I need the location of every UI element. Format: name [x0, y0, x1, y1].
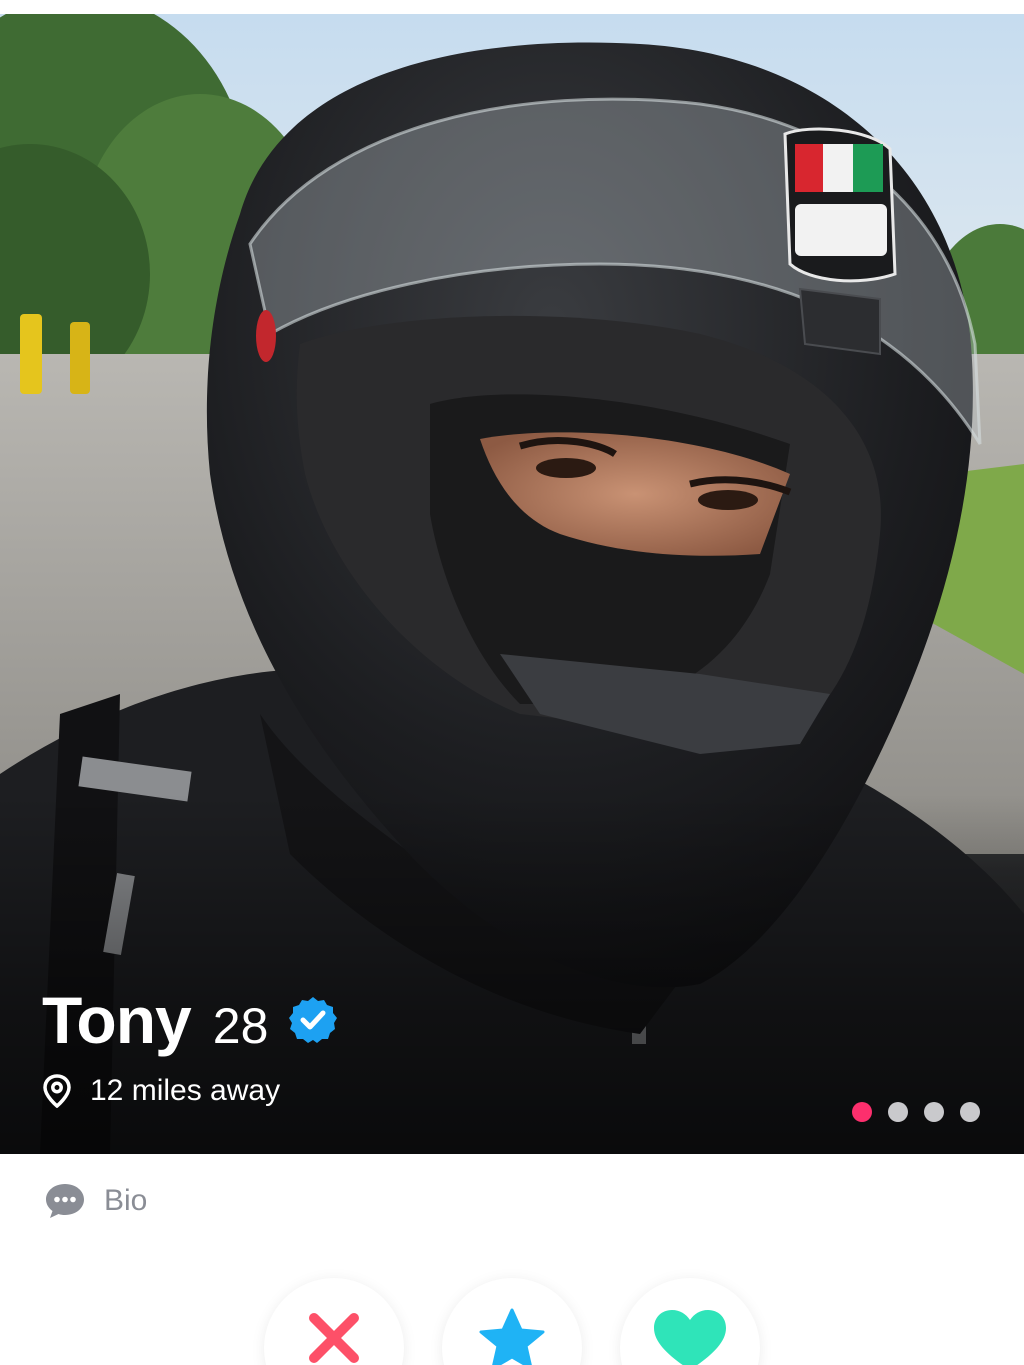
- profile-card-screen: Tony 28 12 miles away Bio: [0, 0, 1024, 1365]
- close-icon: [309, 1313, 359, 1363]
- photo-dot-1[interactable]: [852, 1102, 872, 1122]
- nope-button[interactable]: [264, 1278, 404, 1365]
- distance-text: 12 miles away: [90, 1074, 281, 1107]
- profile-header: Tony 28: [42, 982, 338, 1058]
- profile-name: Tony: [42, 983, 192, 1057]
- bio-section[interactable]: Bio: [44, 1182, 147, 1220]
- profile-photo[interactable]: Tony 28 12 miles away: [0, 14, 1024, 1154]
- super-like-button[interactable]: [442, 1278, 582, 1365]
- photo-dot-2[interactable]: [888, 1102, 908, 1122]
- profile-age: 28: [212, 998, 269, 1054]
- location-pin-icon: [43, 1074, 71, 1108]
- photo-dot-4[interactable]: [960, 1102, 980, 1122]
- photo-dot-3[interactable]: [924, 1102, 944, 1122]
- action-bar: [0, 1278, 1024, 1365]
- bio-label: Bio: [104, 1184, 148, 1217]
- heart-icon: [654, 1310, 726, 1365]
- verified-badge-icon: [289, 997, 338, 1043]
- chat-bubble-icon: [46, 1184, 84, 1218]
- like-button[interactable]: [620, 1278, 760, 1365]
- photo-pagination: [852, 1102, 980, 1122]
- location-row: 12 miles away: [42, 1074, 280, 1108]
- star-icon: [479, 1308, 545, 1365]
